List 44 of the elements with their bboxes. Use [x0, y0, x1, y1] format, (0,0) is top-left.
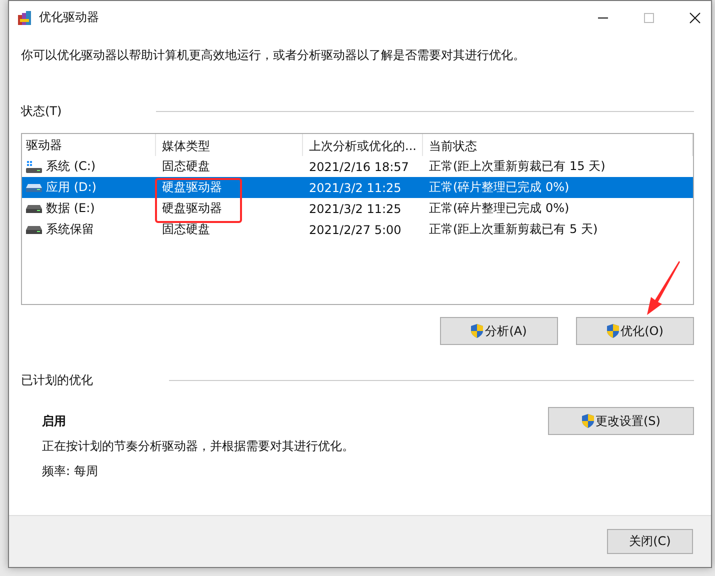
action-button[interactable]: 分析(A)	[440, 317, 558, 345]
drive-icon	[26, 226, 42, 234]
shield-icon	[582, 414, 594, 428]
close-button[interactable]: 关闭(C)	[607, 529, 693, 554]
schedule-frequency: 频率: 每周	[42, 463, 99, 480]
drive-status: 正常(碎片整理已完成 0%)	[428, 179, 570, 196]
section-title: 状态(T)	[21, 103, 62, 120]
schedule-description: 正在按计划的节奏分析驱动器，并根据需要对其进行优化。	[42, 438, 354, 455]
change-settings-button[interactable]: 更改设置(S)	[548, 407, 694, 435]
shield-icon	[471, 324, 484, 338]
column-header[interactable]: 当前状态	[423, 134, 693, 156]
drive-name: 系统保留	[46, 221, 94, 238]
drive-status: 正常(距上次重新剪裁已有 5 天)	[428, 221, 599, 238]
column-header[interactable]: 媒体类型	[156, 134, 303, 156]
drive-icon	[26, 184, 42, 192]
shield-icon	[606, 324, 619, 338]
media-type: 固态硬盘	[161, 221, 211, 238]
column-header[interactable]: 驱动器	[22, 134, 156, 156]
drive-icon	[26, 204, 42, 212]
column-header[interactable]: 上次分析或优化的...	[303, 134, 423, 156]
schedule-state: 启用	[42, 413, 67, 430]
intro-text: 你可以优化驱动器以帮助计算机更高效地运行，或者分析驱动器以了解是否需要对其进行优化。	[21, 47, 526, 64]
drive-name: 系统 (C:)	[46, 158, 96, 175]
section-title: 已计划的优化	[21, 372, 93, 389]
media-type: 固态硬盘	[161, 158, 211, 175]
drive-row[interactable]: 系统 (C:) 固态硬盘 2021/2/16 18:57 正常(距上次重新剪裁已有 15 天)	[22, 156, 693, 177]
drive-row[interactable]: 系统保留 固态硬盘 2021/2/27 5:00 正常(距上次重新剪裁已有 5 天)	[22, 219, 693, 240]
last-run: 2021/2/16 18:57	[308, 160, 410, 174]
last-run: 2021/3/2 11:25	[308, 180, 402, 194]
drive-status: 正常(碎片整理已完成 0%)	[428, 200, 570, 217]
last-run: 2021/2/27 5:00	[308, 222, 402, 236]
drive-row[interactable]: 数据 (E:) 硬盘驱动器 2021/3/2 11:25 正常(碎片整理已完成 0%)	[22, 198, 693, 219]
drive-name: 数据 (E:)	[46, 200, 95, 217]
system-drive-icon	[26, 160, 42, 172]
window-title: 优化驱动器	[39, 9, 99, 26]
defrag-icon	[17, 10, 33, 26]
drive-row[interactable]: 应用 (D:) 硬盘驱动器 2021/3/2 11:25 正常(碎片整理已完成 0%)	[22, 177, 693, 198]
last-run: 2021/3/2 11:25	[308, 202, 402, 216]
action-button[interactable]: 优化(O)	[576, 317, 694, 345]
drive-status: 正常(距上次重新剪裁已有 15 天)	[428, 158, 606, 175]
media-type: 硬盘驱动器	[161, 200, 223, 217]
media-type: 硬盘驱动器	[161, 179, 223, 196]
drive-name: 应用 (D:)	[46, 179, 96, 196]
close-icon[interactable]	[689, 12, 701, 24]
